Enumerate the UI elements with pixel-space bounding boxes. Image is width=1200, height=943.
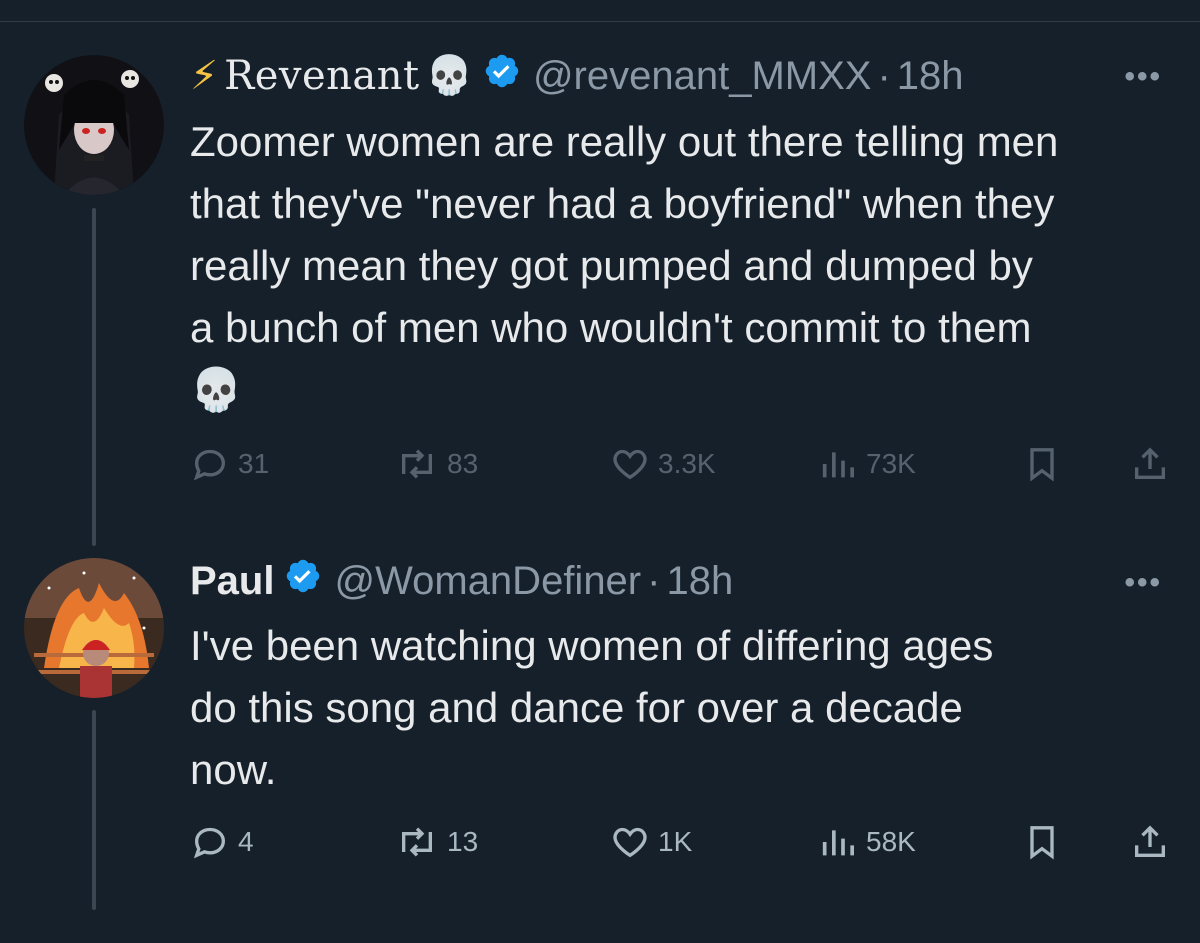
tweet-paul[interactable]: Paul @WomanDefiner · 18h ••• I've been w… — [0, 540, 1200, 943]
reply-count: 31 — [238, 448, 270, 479]
skull-emoji: 💀 — [425, 55, 473, 97]
timestamp[interactable]: 18h — [897, 54, 964, 99]
share-icon — [1135, 825, 1165, 857]
heart-icon — [613, 449, 647, 480]
share-icon — [1135, 447, 1165, 479]
views-count: 73K — [866, 448, 916, 479]
repost-button[interactable]: 13 — [395, 822, 478, 862]
reply-count: 4 — [238, 826, 254, 857]
views-count: 58K — [866, 826, 916, 857]
views-button[interactable]: 58K — [818, 822, 916, 862]
repost-icon — [402, 827, 432, 857]
separator: · — [647, 558, 661, 603]
avatar[interactable] — [24, 558, 164, 698]
timestamp[interactable]: 18h — [666, 559, 733, 604]
heart-icon — [613, 827, 647, 858]
display-name[interactable]: Paul — [190, 559, 274, 604]
action-bar: 4 13 1K 58K — [190, 822, 1170, 866]
repost-count: 83 — [447, 448, 479, 479]
share-button[interactable] — [1130, 444, 1170, 484]
repost-button[interactable]: 83 — [395, 444, 478, 484]
thread-line — [92, 710, 96, 910]
thread-line — [92, 208, 96, 546]
display-name[interactable]: Revenant — [224, 53, 420, 99]
like-count: 3.3K — [658, 448, 716, 479]
like-button[interactable]: 1K — [610, 822, 692, 862]
verified-badge-icon — [284, 557, 322, 605]
views-icon — [822, 452, 854, 478]
reply-button[interactable]: 4 — [190, 822, 254, 862]
like-count: 1K — [658, 826, 693, 857]
tweet-header: ⚡ Revenant 💀 @revenant_MMXX · 18h — [190, 52, 964, 100]
avatar[interactable] — [24, 55, 164, 195]
tweet-header: Paul @WomanDefiner · 18h — [190, 557, 733, 605]
more-options-icon[interactable]: ••• — [1124, 566, 1162, 600]
action-bar: 31 83 3.3K 73K — [190, 444, 1170, 488]
bookmark-button[interactable] — [1022, 822, 1062, 862]
repost-icon — [402, 449, 432, 479]
reply-icon — [193, 449, 226, 481]
bolt-emoji: ⚡ — [190, 54, 219, 98]
bookmark-icon — [1030, 448, 1054, 482]
tweet-revenant[interactable]: ⚡ Revenant 💀 @revenant_MMXX · 18h ••• Zo… — [0, 0, 1200, 546]
separator: · — [877, 53, 891, 98]
like-button[interactable]: 3.3K — [610, 444, 716, 484]
reply-icon — [193, 827, 226, 859]
reply-button[interactable]: 31 — [190, 444, 269, 484]
share-button[interactable] — [1130, 822, 1170, 862]
bookmark-button[interactable] — [1022, 444, 1062, 484]
repost-count: 13 — [447, 826, 479, 857]
more-options-icon[interactable]: ••• — [1124, 60, 1162, 94]
tweet-text: I've been watching women of differing ag… — [190, 622, 994, 793]
views-button[interactable]: 73K — [818, 444, 916, 484]
handle[interactable]: @WomanDefiner — [334, 559, 641, 604]
verified-badge-icon — [483, 52, 521, 100]
tweet-text: Zoomer women are really out there tellin… — [190, 118, 1059, 413]
handle[interactable]: @revenant_MMXX — [533, 54, 872, 99]
bookmark-icon — [1030, 826, 1054, 860]
views-icon — [822, 830, 854, 856]
